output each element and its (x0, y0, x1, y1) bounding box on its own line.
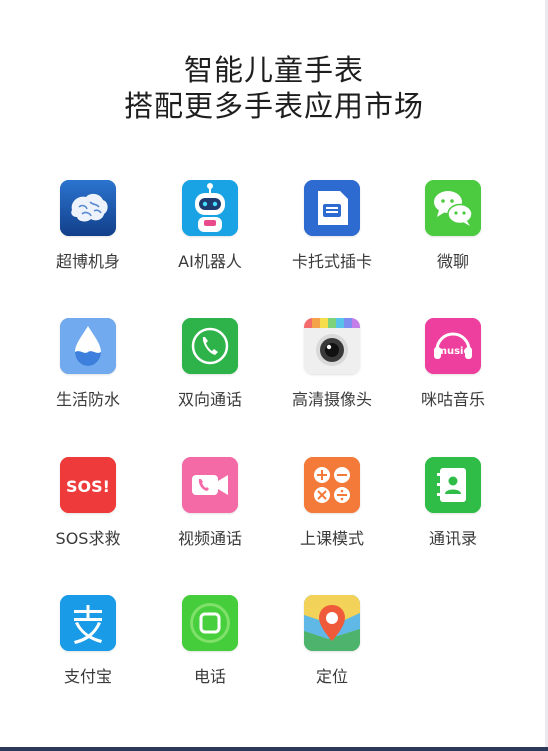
page-header: 智能儿童手表 搭配更多手表应用市场 (0, 52, 548, 124)
water-drop-icon (60, 318, 116, 374)
app-tile-video-call[interactable]: 视频通话 (155, 457, 265, 549)
app-label: AI机器人 (178, 252, 242, 271)
app-tile-contacts[interactable]: 通讯录 (398, 457, 508, 549)
app-label: 高清摄像头 (291, 390, 372, 409)
app-label: 双向通话 (177, 390, 242, 409)
camera-icon (304, 318, 360, 374)
app-label: 咪咕音乐 (420, 390, 485, 409)
app-tile-robot[interactable]: AI机器人 (155, 180, 265, 272)
page-subtitle: 搭配更多手表应用市场 (123, 89, 424, 123)
app-label: 定位 (315, 667, 348, 686)
brain-icon (60, 180, 116, 236)
alipay-icon (60, 595, 116, 651)
app-tile-sim-card[interactable]: 卡托式插卡 (277, 180, 387, 272)
app-tile-waterproof[interactable]: 生活防水 (33, 318, 143, 410)
app-label: 微聊 (436, 252, 469, 271)
page-title: 智能儿童手表 (183, 53, 364, 87)
app-tile-location[interactable]: 定位 (277, 595, 387, 687)
app-tile-alipay[interactable]: 支付宝 (33, 595, 143, 687)
svg-text:music: music (437, 346, 470, 357)
chat-icon (425, 180, 481, 236)
calculator-icon (304, 457, 360, 513)
app-tile-sos[interactable]: SOS! SOS求救 (33, 457, 143, 549)
app-tile-chat[interactable]: 微聊 (398, 180, 508, 272)
location-icon (304, 595, 360, 651)
svg-text:SOS!: SOS! (66, 477, 110, 496)
app-label: 视频通话 (177, 529, 242, 548)
app-label: 卡托式插卡 (291, 252, 372, 271)
sos-icon: SOS! (60, 457, 116, 513)
app-label: SOS求救 (55, 529, 121, 548)
app-label: 通讯录 (428, 529, 477, 548)
app-tile-class-mode[interactable]: 上课模式 (277, 457, 387, 549)
app-label: 支付宝 (63, 667, 112, 686)
app-tile-two-way-call[interactable]: 双向通话 (155, 318, 265, 410)
app-label: 生活防水 (55, 390, 120, 409)
app-tile-phone[interactable]: 电话 (155, 595, 265, 687)
video-call-icon (182, 457, 238, 513)
contacts-icon (425, 457, 481, 513)
phone-button-icon (182, 595, 238, 651)
robot-icon (182, 180, 238, 236)
app-tile-camera[interactable]: 高清摄像头 (277, 318, 387, 410)
music-icon: music (425, 318, 481, 374)
phone-call-icon (182, 318, 238, 374)
app-tile-music[interactable]: music 咪咕音乐 (398, 318, 508, 410)
bottom-strip (0, 747, 548, 751)
app-label: 电话 (193, 667, 226, 686)
app-label: 超博机身 (55, 252, 120, 271)
sim-card-icon (304, 180, 360, 236)
app-label: 上课模式 (299, 529, 364, 548)
app-tile-brain[interactable]: 超博机身 (33, 180, 143, 272)
